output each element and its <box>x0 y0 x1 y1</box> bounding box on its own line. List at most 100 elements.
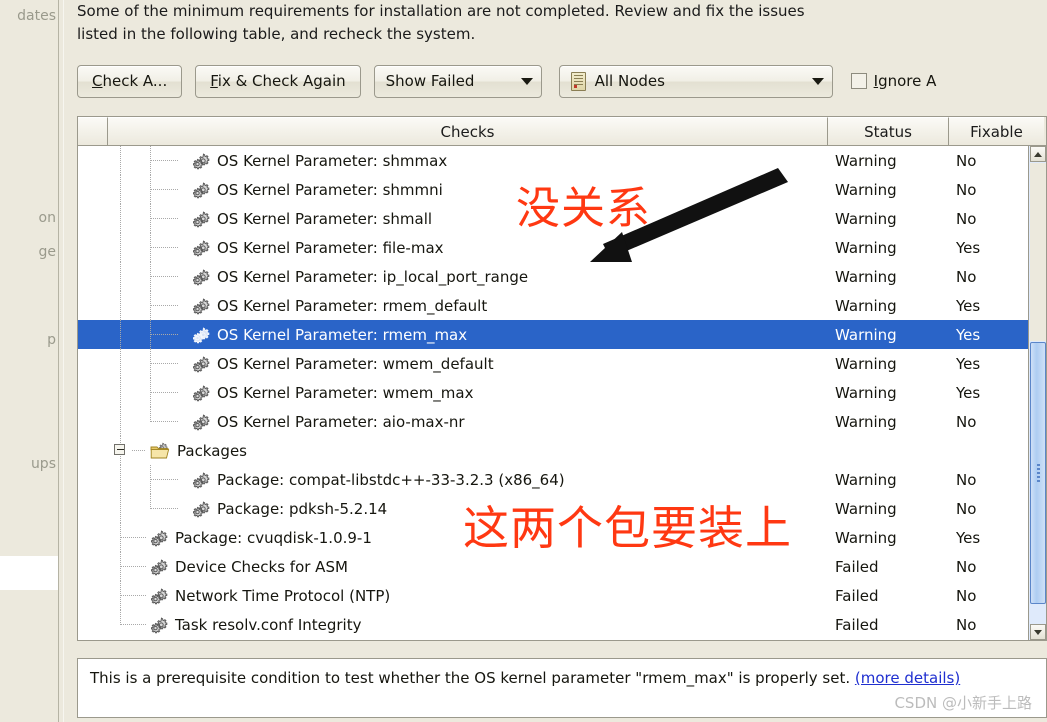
row-check-cell: OS Kernel Parameter: shmmax <box>78 146 828 175</box>
scroll-down-button[interactable] <box>1030 624 1046 640</box>
main-panel: Some of the minimum requirements for ins… <box>65 0 1047 722</box>
row-check-label: Task resolv.conf Integrity <box>175 615 362 634</box>
tree-indent-guides <box>78 581 150 610</box>
table-row[interactable]: Package: pdksh-5.2.14 Warning No <box>78 494 1046 523</box>
table-vertical-scrollbar[interactable] <box>1028 146 1046 640</box>
gear-icon <box>192 239 210 257</box>
row-check-label: OS Kernel Parameter: aio-max-nr <box>217 412 465 431</box>
toolbar: Check A... Fix & Check Again Show Failed… <box>77 64 936 98</box>
status-badge: Warning <box>835 151 897 170</box>
ignore-all-checkbox[interactable] <box>850 73 867 89</box>
table-row[interactable]: Device Checks for ASM Failed No <box>78 552 1046 581</box>
fix-and-check-again-label: Fix & Check Again <box>210 72 346 90</box>
show-filter-dropdown[interactable]: Show Failed <box>373 64 542 98</box>
table-row[interactable]: OS Kernel Parameter: shmmni Warning No <box>78 175 1046 204</box>
row-check-cell: Packages <box>78 436 828 465</box>
sidebar-text-fragment[interactable]: ups <box>31 456 56 472</box>
tree-indent-guides <box>78 610 150 639</box>
table-row[interactable]: Package: cvuqdisk-1.0.9-1 Warning Yes <box>78 523 1046 552</box>
tree-indent-guides <box>78 465 192 494</box>
table-row[interactable]: OS Kernel Parameter: file-max Warning Yes <box>78 233 1046 262</box>
scroll-up-button[interactable] <box>1030 146 1046 162</box>
sidebar-text-fragment[interactable]: p <box>47 332 56 348</box>
detail-description-box: This is a prerequisite condition to test… <box>77 658 1047 718</box>
sidebar-divider <box>58 0 64 722</box>
table-row[interactable]: OS Kernel Parameter: wmem_default Warning… <box>78 349 1046 378</box>
scrollbar-track-upper[interactable] <box>1030 163 1046 341</box>
table-row[interactable]: Packages <box>78 436 1046 465</box>
nodes-filter-dropdown[interactable]: All Nodes <box>558 64 833 98</box>
sidebar-text-fragment[interactable]: dates <box>17 8 56 24</box>
tree-indent-guides <box>78 291 192 320</box>
ignore-all-checkbox-group[interactable]: Ignore A <box>850 72 937 90</box>
table-row[interactable]: OS Kernel Parameter: wmem_max Warning Yes <box>78 378 1046 407</box>
row-check-cell: OS Kernel Parameter: file-max <box>78 233 828 262</box>
table-row[interactable]: Task resolv.conf Integrity Failed No <box>78 610 1046 639</box>
tree-indent-guides <box>78 320 192 349</box>
tree-indent-guides <box>78 378 192 407</box>
table-row[interactable]: Network Time Protocol (NTP) Failed No <box>78 581 1046 610</box>
gear-icon <box>192 384 210 402</box>
row-check-label: OS Kernel Parameter: rmem_max <box>217 325 468 344</box>
scrollbar-grip-icon <box>1037 464 1040 482</box>
row-check-label: OS Kernel Parameter: file-max <box>217 238 444 257</box>
row-check-cell: OS Kernel Parameter: wmem_default <box>78 349 828 378</box>
tree-indent-guides <box>78 552 150 581</box>
table-row[interactable]: Package: compat-libstdc++-33-3.2.3 (x86_… <box>78 465 1046 494</box>
row-check-label: OS Kernel Parameter: wmem_max <box>217 383 474 402</box>
status-badge: Warning <box>835 267 897 286</box>
left-sidebar-clipped: dates on ge p ups <box>0 0 58 722</box>
sidebar-text-fragment[interactable]: ge <box>39 244 57 260</box>
column-header-checks[interactable]: Checks <box>108 117 828 145</box>
table-body: OS Kernel Parameter: shmmax Warning No OS K… <box>78 146 1046 640</box>
gear-icon <box>150 616 168 634</box>
row-check-label: OS Kernel Parameter: rmem_default <box>217 296 488 315</box>
tree-indent-guides <box>78 523 150 552</box>
check-all-label: Check A... <box>92 72 168 90</box>
tree-indent-guides <box>78 175 192 204</box>
scroll-up-arrow-icon <box>1034 151 1042 157</box>
gear-icon <box>150 587 168 605</box>
status-badge: Warning <box>835 238 897 257</box>
column-header-fixable[interactable]: Fixable <box>949 117 1044 145</box>
column-header-status[interactable]: Status <box>828 117 949 145</box>
status-badge: Warning <box>835 325 897 344</box>
table-row[interactable]: OS Kernel Parameter: aio-max-nr Warning No <box>78 407 1046 436</box>
row-check-cell: OS Kernel Parameter: shmmni <box>78 175 828 204</box>
row-check-label: OS Kernel Parameter: shmmni <box>217 180 443 199</box>
tree-indent-guides <box>78 436 150 465</box>
more-details-link[interactable]: (more details) <box>855 669 960 687</box>
tree-indent-guides <box>78 204 192 233</box>
table-row[interactable]: OS Kernel Parameter: rmem_default Warning… <box>78 291 1046 320</box>
row-check-cell: OS Kernel Parameter: rmem_default <box>78 291 828 320</box>
status-badge: Warning <box>835 412 897 431</box>
watermark: CSDN @小新手上路 <box>894 694 1032 712</box>
tree-indent-guides <box>78 407 192 436</box>
row-check-label: Package: pdksh-5.2.14 <box>217 499 388 518</box>
status-badge: Warning <box>835 209 897 228</box>
table-row[interactable]: OS Kernel Parameter: shmmax Warning No <box>78 146 1046 175</box>
scroll-down-arrow-icon <box>1034 629 1042 635</box>
gear-icon <box>150 558 168 576</box>
row-check-label: Network Time Protocol (NTP) <box>175 586 391 605</box>
sidebar-text-fragment[interactable]: on <box>39 210 56 226</box>
status-badge: Failed <box>835 586 879 605</box>
fix-and-check-again-button[interactable]: Fix & Check Again <box>195 64 361 98</box>
ignore-all-label: Ignore A <box>874 72 937 90</box>
gear-icon <box>192 297 210 315</box>
row-check-label: Package: compat-libstdc++-33-3.2.3 (x86_… <box>217 470 565 489</box>
status-badge: Failed <box>835 615 879 634</box>
folder-gear-icon <box>150 442 170 459</box>
column-header-spacer[interactable] <box>78 117 108 145</box>
scrollbar-thumb[interactable] <box>1030 342 1046 604</box>
row-check-cell: OS Kernel Parameter: shmall <box>78 204 828 233</box>
table-row[interactable]: OS Kernel Parameter: ip_local_port_range… <box>78 262 1046 291</box>
check-all-button[interactable]: Check A... <box>77 64 183 98</box>
gear-icon <box>192 152 210 170</box>
row-check-cell: Package: compat-libstdc++-33-3.2.3 (x86_… <box>78 465 828 494</box>
status-badge: Warning <box>835 470 897 489</box>
table-row[interactable]: OS Kernel Parameter: rmem_max Warning Yes <box>78 320 1046 349</box>
row-check-label: OS Kernel Parameter: shmmax <box>217 151 448 170</box>
table-row[interactable]: OS Kernel Parameter: shmall Warning No <box>78 204 1046 233</box>
gear-icon <box>192 471 210 489</box>
